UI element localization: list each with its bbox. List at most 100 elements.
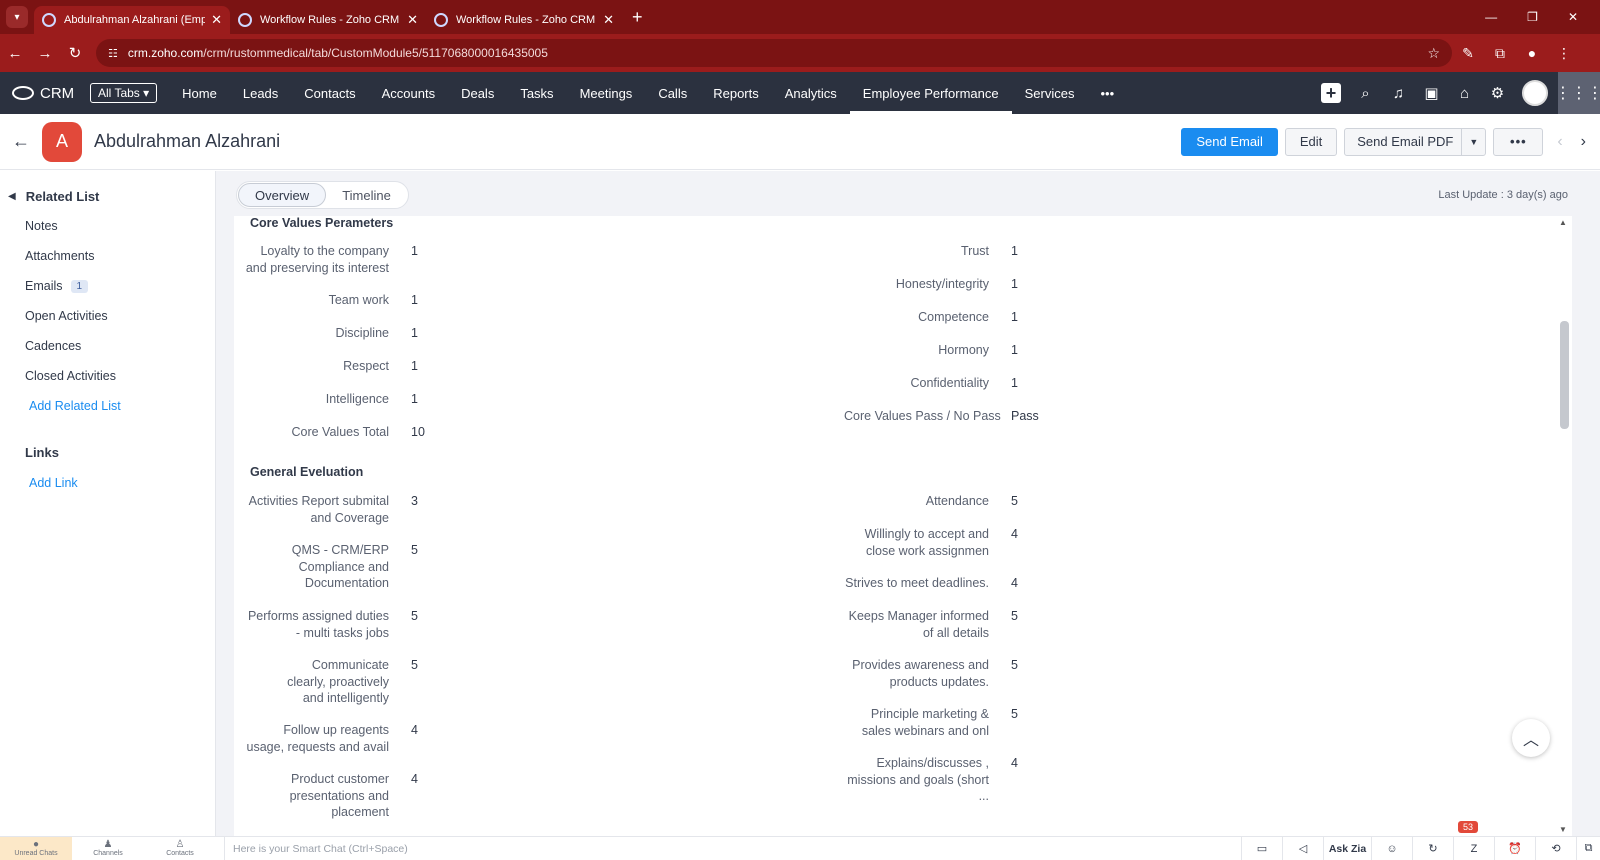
close-tab-icon[interactable]: ✕	[407, 12, 418, 28]
forward-icon[interactable]: →	[30, 45, 60, 62]
history-icon[interactable]: ⟲	[1535, 836, 1576, 860]
sidebar-item-notes[interactable]: Notes	[0, 211, 215, 241]
field-value[interactable]: 5	[411, 542, 418, 592]
channels-tab[interactable]: ♟ Channels	[72, 837, 144, 860]
scroll-to-top-button[interactable]: ︿	[1512, 719, 1550, 757]
field-value[interactable]: 5	[1011, 493, 1018, 510]
scrollbar-thumb[interactable]	[1560, 321, 1569, 429]
nav-calls[interactable]: Calls	[645, 72, 700, 114]
contacts-tab[interactable]: ♙ Contacts	[144, 837, 216, 860]
browser-tab[interactable]: Workflow Rules - Zoho CRM ✕	[426, 6, 622, 34]
field-value[interactable]: Pass	[1011, 408, 1039, 425]
ask-zia-button[interactable]: Ask Zia	[1323, 836, 1371, 860]
minimize-icon[interactable]: —	[1485, 10, 1497, 24]
zia-notes-icon[interactable]: 53 Z	[1453, 820, 1494, 860]
field-value[interactable]: 4	[411, 722, 418, 755]
field-value[interactable]: 1	[411, 243, 418, 276]
field-value[interactable]: 4	[1011, 526, 1018, 559]
back-arrow-icon[interactable]: ←	[12, 131, 42, 152]
crm-logo[interactable]: CRM	[0, 85, 86, 102]
next-record-icon[interactable]: ›	[1581, 133, 1586, 151]
field-value[interactable]: 1	[1011, 375, 1018, 392]
screen-share-icon[interactable]: ▭	[1241, 836, 1282, 860]
send-email-pdf-button[interactable]: Send Email PDF ▼	[1344, 127, 1487, 156]
browser-menu-icon[interactable]: ⋮	[1548, 45, 1580, 62]
field-value[interactable]: 3	[411, 493, 418, 526]
nav-employee-performance[interactable]: Employee Performance	[849, 72, 1012, 114]
field-value[interactable]: 1	[411, 358, 418, 375]
tab-timeline[interactable]: Timeline	[326, 183, 407, 207]
field-value[interactable]: 4	[1011, 755, 1018, 805]
search-icon[interactable]: ⌕	[1349, 85, 1382, 102]
tab-search-button[interactable]: ▾	[6, 6, 28, 28]
field-value[interactable]: 5	[411, 657, 418, 707]
calendar-icon[interactable]: ▣	[1415, 84, 1448, 102]
field-value[interactable]: 1	[1011, 342, 1018, 359]
close-tab-icon[interactable]: ✕	[211, 12, 222, 28]
apps-grid-icon[interactable]: ⋮⋮⋮	[1555, 72, 1600, 114]
field-value[interactable]: 5	[411, 608, 418, 641]
sidebar-item-attachments[interactable]: Attachments	[0, 241, 215, 271]
field-value[interactable]: 10	[411, 424, 425, 441]
nav-accounts[interactable]: Accounts	[369, 72, 448, 114]
nav-tasks[interactable]: Tasks	[507, 72, 566, 114]
announcement-icon[interactable]: ◁	[1282, 836, 1323, 860]
scroll-down-icon[interactable]: ▼	[1559, 825, 1567, 834]
nav-reports[interactable]: Reports	[700, 72, 772, 114]
nav-services[interactable]: Services	[1012, 72, 1088, 114]
browser-tab[interactable]: Abdulrahman Alzahrani (Emplo ✕	[34, 6, 230, 34]
profile-icon[interactable]: ●	[1516, 45, 1548, 61]
field-value[interactable]: 1	[411, 391, 418, 408]
edit-button[interactable]: Edit	[1284, 127, 1338, 156]
quick-create-icon[interactable]: +	[1321, 83, 1341, 103]
nav-analytics[interactable]: Analytics	[772, 72, 850, 114]
field-value[interactable]: 4	[1011, 575, 1018, 592]
user-avatar[interactable]	[1522, 80, 1548, 106]
marketplace-icon[interactable]: ⌂	[1448, 85, 1481, 102]
unread-chats-tab[interactable]: ● Unread Chats	[0, 836, 72, 860]
field-value[interactable]: 5	[1011, 657, 1018, 690]
alarm-icon[interactable]: ⏰	[1494, 836, 1535, 860]
refresh-icon[interactable]: ↻	[1412, 836, 1453, 860]
tab-overview[interactable]: Overview	[238, 183, 327, 207]
nav-more-icon[interactable]: •••	[1087, 72, 1127, 114]
more-actions-button[interactable]: •••	[1493, 127, 1544, 156]
previous-record-icon[interactable]: ‹	[1557, 133, 1562, 151]
feedback-icon[interactable]: ⧉	[1576, 836, 1600, 860]
smart-chat-input[interactable]: Here is your Smart Chat (Ctrl+Space)	[224, 836, 1241, 860]
all-tabs-dropdown[interactable]: All Tabs ▾	[90, 83, 158, 103]
address-bar[interactable]: ☷ crm.zoho.com/crm/rustommedical/tab/Cus…	[96, 39, 1452, 67]
pen-extension-icon[interactable]: ✎	[1452, 45, 1484, 62]
vertical-scrollbar[interactable]: ▲ ▼	[1556, 216, 1572, 836]
browser-tab[interactable]: Workflow Rules - Zoho CRM ✕	[230, 6, 426, 34]
field-value[interactable]: 1	[1011, 243, 1018, 260]
add-link-link[interactable]: Add Link	[0, 476, 215, 490]
chevron-down-icon[interactable]: ▼	[1461, 128, 1485, 155]
gear-icon[interactable]: ⚙	[1481, 84, 1514, 102]
sidebar-item-closed-activities[interactable]: Closed Activities	[0, 361, 215, 391]
field-value[interactable]: 5	[1011, 706, 1018, 739]
bell-icon[interactable]: ♫	[1382, 85, 1415, 102]
nav-contacts[interactable]: Contacts	[291, 72, 368, 114]
nav-meetings[interactable]: Meetings	[567, 72, 646, 114]
back-icon[interactable]: ←	[0, 45, 30, 62]
sidebar-item-emails[interactable]: Emails 1	[0, 271, 215, 301]
nav-deals[interactable]: Deals	[448, 72, 507, 114]
close-tab-icon[interactable]: ✕	[603, 12, 614, 28]
sidebar-item-open-activities[interactable]: Open Activities	[0, 301, 215, 331]
field-value[interactable]: 1	[411, 292, 418, 309]
field-value[interactable]: 1	[1011, 309, 1018, 326]
extensions-puzzle-icon[interactable]: ⧉	[1484, 45, 1516, 62]
reload-icon[interactable]: ↻	[60, 44, 90, 62]
field-value[interactable]: 4	[411, 771, 418, 821]
new-tab-icon[interactable]: +	[632, 7, 643, 28]
site-info-icon[interactable]: ☷	[108, 47, 118, 60]
add-related-list-link[interactable]: Add Related List	[0, 391, 215, 421]
restore-icon[interactable]: ❐	[1527, 10, 1538, 24]
nav-leads[interactable]: Leads	[230, 72, 291, 114]
field-value[interactable]: 1	[411, 325, 418, 342]
bookmark-star-icon[interactable]: ☆	[1427, 45, 1440, 62]
collapse-sidebar-icon[interactable]: ◀	[8, 191, 16, 202]
scroll-up-icon[interactable]: ▲	[1559, 218, 1567, 227]
send-email-button[interactable]: Send Email	[1181, 127, 1278, 156]
